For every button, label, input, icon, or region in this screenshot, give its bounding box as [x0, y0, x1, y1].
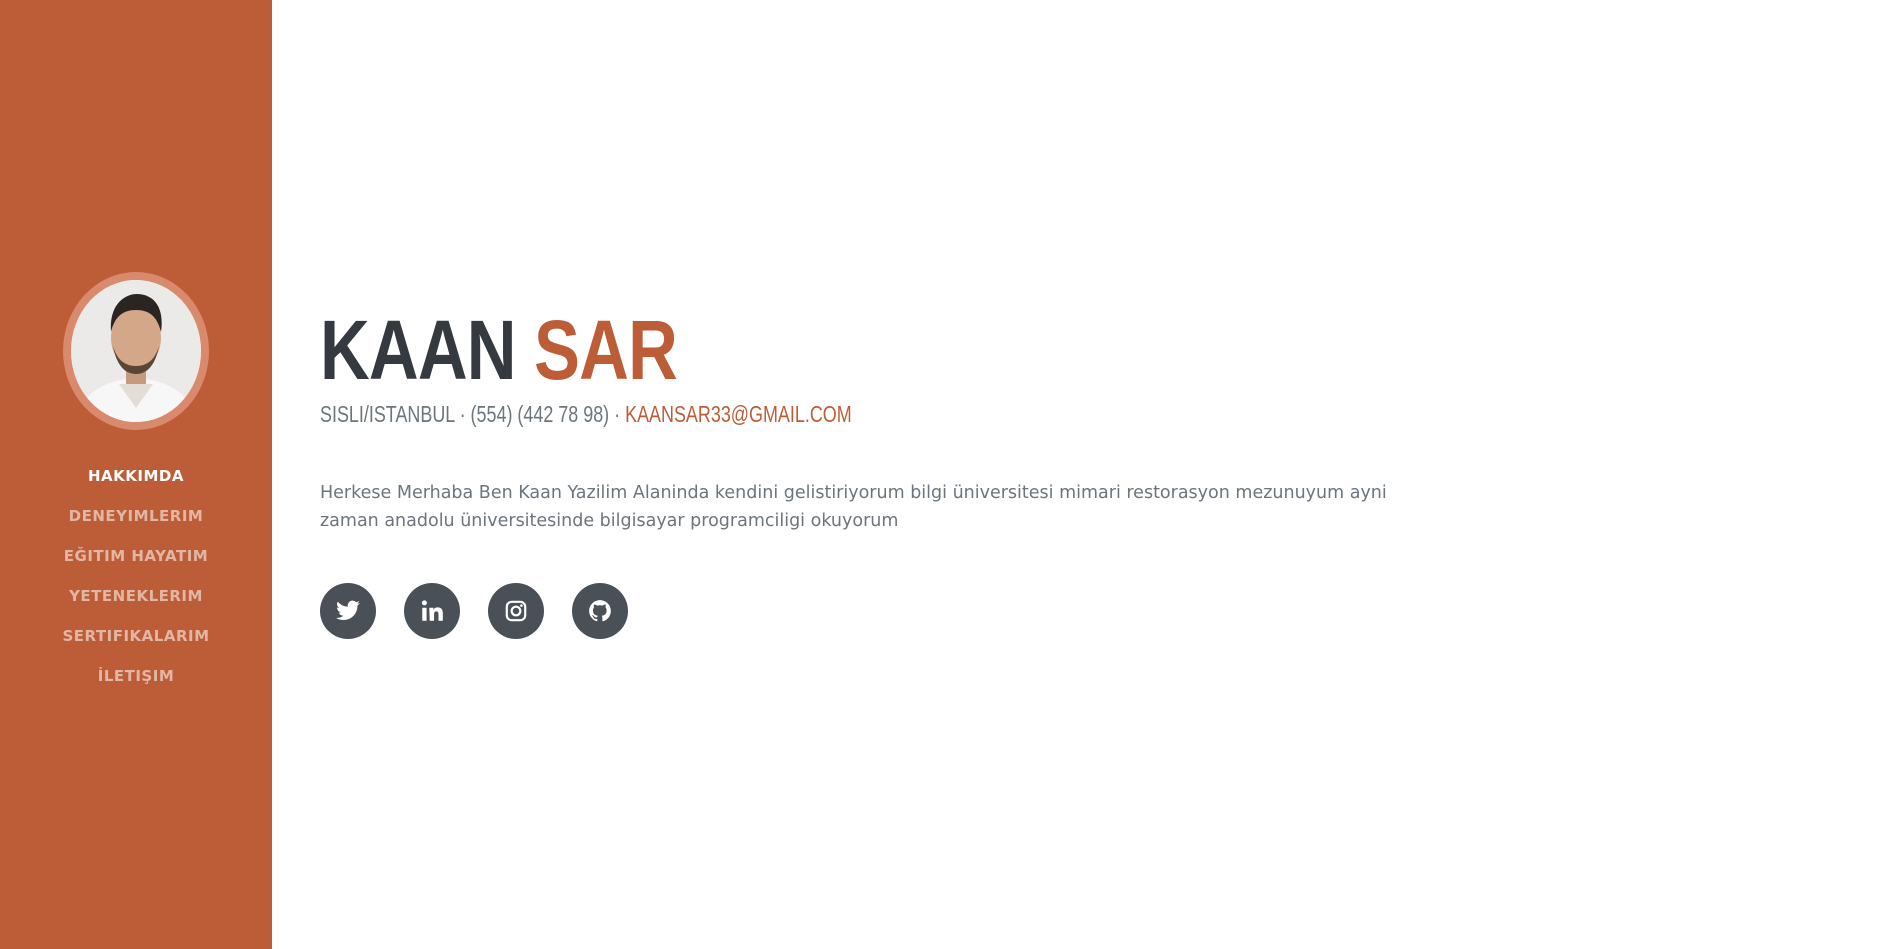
about-description: Herkese Merhaba Ben Kaan Yazilim Alanind…: [320, 483, 1387, 531]
nav-item-egitim-hayatim[interactable]: EĞITIM HAYATIM: [62, 536, 209, 576]
avatar-photo: [71, 280, 201, 422]
nav-item-iletisim[interactable]: İLETIŞIM: [62, 656, 209, 696]
twitter-button[interactable]: [320, 583, 376, 639]
nav-item-yeteneklerim[interactable]: YETENEKLERIM: [62, 576, 209, 616]
linkedin-icon: [421, 600, 443, 621]
location-phone: SISLI/ISTANBUL · (554) (442 78 98) ·: [320, 401, 626, 427]
twitter-icon: [336, 600, 360, 620]
last-name: SAR: [534, 303, 678, 397]
avatar: [71, 280, 201, 422]
page-title: KAAN SAR: [320, 305, 1304, 397]
about-section: KAAN SAR SISLI/ISTANBUL · (554) (442 78 …: [320, 305, 1520, 639]
social-icons: [320, 583, 1520, 639]
github-button[interactable]: [572, 583, 628, 639]
instagram-icon: [505, 600, 527, 622]
sidebar: HAKKIMDA DENEYIMLERIM EĞITIM HAYATIM YET…: [0, 0, 272, 949]
nav-item-sertifikalarim[interactable]: SERTIFIKALARIM: [62, 616, 209, 656]
email-link[interactable]: KAANSAR33@GMAIL.COM: [625, 401, 852, 427]
linkedin-button[interactable]: [404, 583, 460, 639]
sidebar-nav: HAKKIMDA DENEYIMLERIM EĞITIM HAYATIM YET…: [62, 456, 209, 696]
avatar-frame: [63, 272, 209, 430]
github-icon: [589, 600, 611, 622]
nav-item-deneyimlerim[interactable]: DENEYIMLERIM: [62, 496, 209, 536]
contact-line: SISLI/ISTANBUL · (554) (442 78 98) · KAA…: [320, 399, 1256, 429]
nav-item-hakkimda[interactable]: HAKKIMDA: [62, 456, 209, 496]
instagram-button[interactable]: [488, 583, 544, 639]
first-name: KAAN: [320, 303, 517, 397]
